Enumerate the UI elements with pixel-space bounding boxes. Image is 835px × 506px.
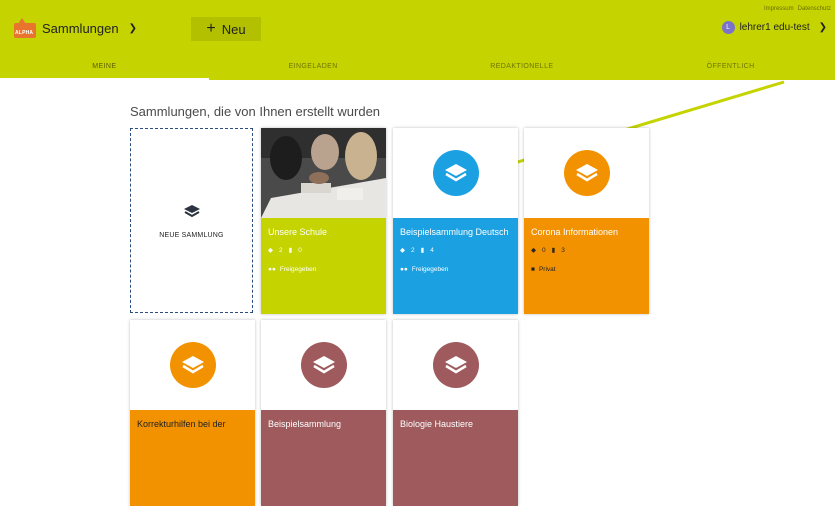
- collection-icon-area: [524, 128, 649, 218]
- collection-title: Unsere Schule: [268, 227, 328, 237]
- status-label: Freigegeben: [411, 266, 449, 273]
- collection-info: Beispielsammlung Deutsch ◆ 2 ▮ 4 ●● Freige…: [393, 218, 518, 314]
- collection-info: Corona Informationen ◆ 0 ▮ 3 ■ Privat: [524, 218, 649, 314]
- collection-title: Biologie Haustiere: [400, 419, 474, 429]
- page-title: Sammlungen, die von Ihnen erstellt wurde…: [130, 104, 381, 119]
- file-count: 0: [298, 246, 302, 254]
- share-status: ■ Privat: [531, 266, 642, 273]
- collection-icon-area: [393, 320, 518, 410]
- layers-icon: [300, 342, 347, 388]
- layers-icon: [184, 205, 200, 218]
- share-status: ●● Freigegeben: [268, 266, 379, 273]
- collection-card[interactable]: Beispielsammlung: [261, 320, 386, 506]
- file-count: 4: [430, 246, 434, 254]
- collection-count: 2: [411, 246, 415, 254]
- layers-icon: [432, 342, 479, 388]
- layers-icon: ◆: [531, 247, 536, 254]
- layers-icon: ◆: [268, 247, 273, 254]
- collection-counts: ◆ 2 ▮ 4: [400, 246, 511, 255]
- collection-count: 0: [542, 246, 546, 254]
- collection-title: Korrekturhilfen bei der: [137, 419, 226, 429]
- new-collection-card[interactable]: NEUE SAMMLUNG: [130, 128, 253, 313]
- collection-icon-area: [130, 320, 255, 410]
- layers-icon: [563, 150, 610, 196]
- share-status: ●● Freigegeben: [400, 266, 511, 273]
- file-icon: ▮: [288, 247, 293, 254]
- layers-icon: [169, 342, 216, 388]
- collection-icon-area: [393, 128, 518, 218]
- collection-card[interactable]: Beispielsammlung Deutsch ◆ 2 ▮ 4 ●● Freige…: [393, 128, 518, 314]
- status-label: Freigegeben: [279, 266, 317, 273]
- collection-counts: ◆ 0 ▮ 3: [531, 246, 642, 255]
- collection-info: Biologie Haustiere: [393, 410, 518, 506]
- users-icon: ●●: [400, 266, 408, 273]
- file-icon: ▮: [551, 247, 556, 254]
- new-collection-label: NEUE SAMMLUNG: [159, 232, 224, 239]
- collection-info: Unsere Schule ◆ 2 ▮ 0 ●● Freigegeben: [261, 218, 386, 314]
- layers-icon: ◆: [400, 247, 405, 254]
- collection-icon-area: [261, 320, 386, 410]
- collection-title: Corona Informationen: [531, 227, 619, 237]
- collection-card[interactable]: Corona Informationen ◆ 0 ▮ 3 ■ Privat: [524, 128, 649, 314]
- lock-icon: ■: [531, 266, 535, 273]
- collection-count: 2: [279, 246, 283, 254]
- collection-info: Korrekturhilfen bei der: [130, 410, 255, 506]
- collection-card[interactable]: Biologie Haustiere: [393, 320, 518, 506]
- collection-counts: ◆ 2 ▮ 0: [268, 246, 379, 255]
- file-count: 3: [561, 246, 565, 254]
- layers-icon: [432, 150, 479, 196]
- file-icon: ▮: [420, 247, 425, 254]
- users-icon: ●●: [268, 266, 276, 273]
- collection-photo: [261, 128, 386, 218]
- collection-info: Beispielsammlung: [261, 410, 386, 506]
- status-label: Privat: [538, 266, 556, 273]
- collection-card[interactable]: Unsere Schule ◆ 2 ▮ 0 ●● Freigegeben: [261, 128, 386, 314]
- collection-title: Beispielsammlung Deutsch: [400, 227, 509, 237]
- collection-card[interactable]: Korrekturhilfen bei der: [130, 320, 255, 506]
- collection-title: Beispielsammlung: [268, 419, 342, 429]
